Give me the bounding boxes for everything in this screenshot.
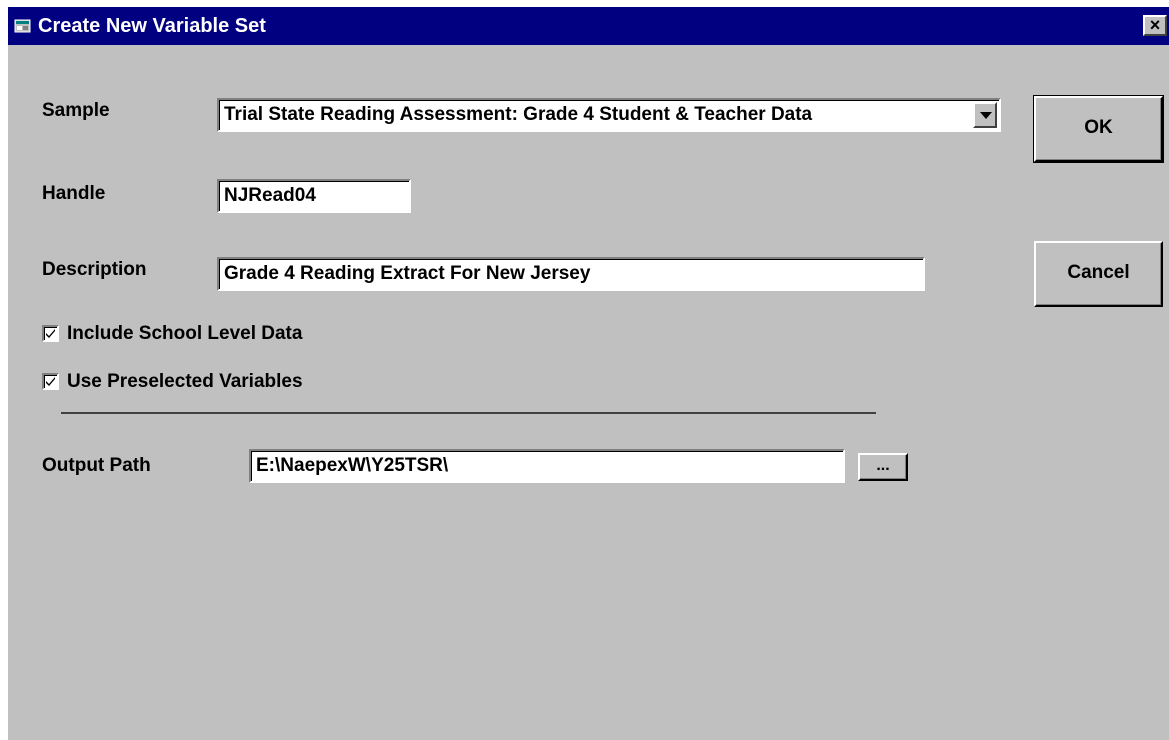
ok-button[interactable]: OK [1033,95,1164,163]
chevron-down-icon [980,112,992,119]
sample-dropdown-button[interactable] [973,102,997,128]
include-school-level-label: Include School Level Data [67,323,303,344]
cancel-button-label: Cancel [1067,262,1130,283]
close-button[interactable]: × [1143,15,1167,36]
use-preselected-label: Use Preselected Variables [67,371,303,392]
cancel-button[interactable]: Cancel [1034,241,1163,307]
ok-button-label: OK [1084,117,1113,138]
description-label: Description [42,259,147,280]
output-path-input[interactable]: E:\NaepexW\Y25TSR\ [249,449,845,483]
window-app-icon [14,18,32,34]
sample-selected-value: Trial State Reading Assessment: Grade 4 … [224,104,813,125]
close-icon: × [1149,15,1161,35]
browse-button[interactable]: ... [858,453,908,481]
description-input[interactable]: Grade 4 Reading Extract For New Jersey [217,257,925,291]
use-preselected-checkbox[interactable] [42,373,59,390]
description-input-value: Grade 4 Reading Extract For New Jersey [224,263,591,284]
sample-dropdown[interactable]: Trial State Reading Assessment: Grade 4 … [217,98,1001,132]
dialog-window: Create New Variable Set × Sample Trial S… [8,7,1169,740]
separator-line [61,412,876,414]
output-path-input-value: E:\NaepexW\Y25TSR\ [256,455,449,476]
browse-button-label: ... [876,457,890,474]
window-title: Create New Variable Set [38,15,266,37]
handle-label: Handle [42,183,106,204]
use-preselected-checkbox-row[interactable]: Use Preselected Variables [42,370,402,394]
include-school-level-checkbox-row[interactable]: Include School Level Data [42,322,402,346]
output-path-label: Output Path [42,455,151,476]
sample-label: Sample [42,100,110,121]
checkmark-icon [46,329,55,338]
include-school-level-checkbox[interactable] [42,325,59,342]
handle-input[interactable]: NJRead04 [217,179,411,213]
title-bar[interactable]: Create New Variable Set × [8,7,1169,45]
checkmark-icon [46,377,55,386]
handle-input-value: NJRead04 [224,185,316,206]
